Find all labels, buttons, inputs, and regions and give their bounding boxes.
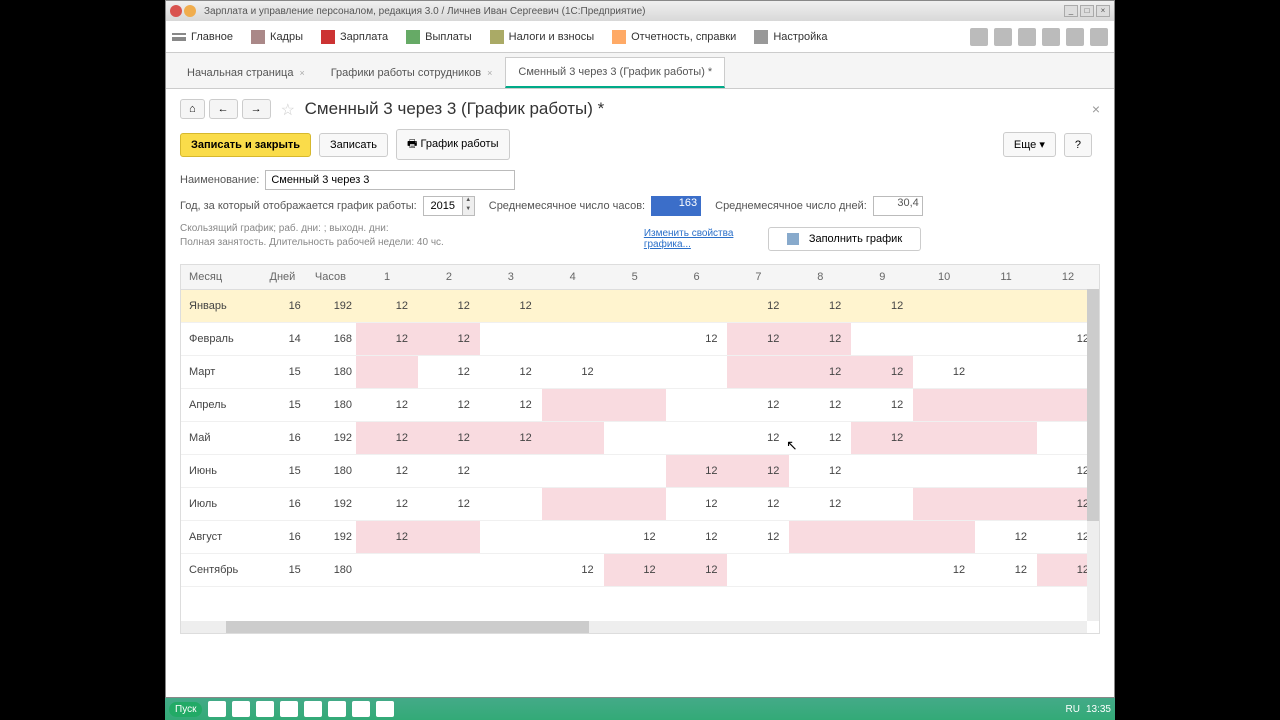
tool-gear-icon[interactable] [970,28,988,46]
page-title: Сменный 3 через 3 (График работы) * [305,99,605,119]
start-button[interactable]: Пуск [169,702,202,717]
col-day: 11 [975,265,1037,290]
year-label: Год, за который отображается график рабо… [180,200,417,212]
save-button[interactable]: Записать [319,133,388,157]
pct-icon [490,30,504,44]
tool-search-icon[interactable] [1090,28,1108,46]
tray-time: 13:35 [1086,704,1111,715]
menu-up[interactable]: Выплаты [406,30,471,44]
task-icon[interactable] [376,701,394,717]
tab-close-icon[interactable]: × [487,68,492,78]
table-row[interactable]: Май16192121212121212 [181,422,1099,455]
tool-clip-icon[interactable] [1066,28,1084,46]
close-window-icon[interactable] [170,5,182,17]
tab[interactable]: Начальная страница× [174,58,318,88]
window-title: Зарплата и управление персоналом, редакц… [204,6,1062,17]
name-input[interactable] [265,170,515,190]
schedule-grid[interactable]: МесяцДнейЧасов123456789101112 Январь1619… [181,265,1099,587]
close-btn[interactable]: × [1096,5,1110,17]
avg-hours-value[interactable]: 163 [651,196,701,216]
table-row[interactable]: Август16192121212121212 [181,521,1099,554]
col-day: 9 [851,265,913,290]
col-day: 2 [418,265,480,290]
col-month: Месяц [181,265,260,290]
col-day: 4 [542,265,604,290]
up-icon [406,30,420,44]
max-btn[interactable]: □ [1080,5,1094,17]
task-icon[interactable] [208,701,226,717]
tool-star-icon[interactable] [1042,28,1060,46]
people-icon [251,30,265,44]
col-day: 1 [356,265,418,290]
fill-schedule-button[interactable]: Заполнить график [768,227,921,251]
col-days: Дней [260,265,305,290]
col-day: 12 [1037,265,1099,290]
gear-icon [754,30,768,44]
table-row[interactable]: Апрель15180121212121212 [181,389,1099,422]
money-icon [321,30,335,44]
year-input[interactable] [423,196,463,216]
schedule-description: Скользящий график; раб. дни: ; выходн. д… [180,222,444,250]
menu-pct[interactable]: Налоги и взносы [490,30,595,44]
menu-money[interactable]: Зарплата [321,30,388,44]
back-button[interactable]: ← [209,99,238,119]
avg-days-label: Среднемесячное число дней: [715,200,867,212]
col-day: 8 [789,265,851,290]
fill-icon [787,233,799,245]
close-page-icon[interactable]: × [1092,101,1100,117]
tool-font-icon[interactable] [994,28,1012,46]
favorite-star-icon[interactable]: ☆ [281,100,299,118]
help-button[interactable]: ? [1064,133,1092,157]
more-button[interactable]: Еще ▾ [1003,132,1056,157]
col-day: 3 [480,265,542,290]
year-spinner[interactable]: ▲▼ [463,196,475,216]
table-row[interactable]: Июнь15180121212121212 [181,455,1099,488]
col-day: 10 [913,265,975,290]
tool-grid-icon[interactable] [1018,28,1036,46]
task-icon[interactable] [304,701,322,717]
tab-bar: Начальная страница×Графики работы сотруд… [166,53,1114,89]
menu-people[interactable]: Кадры [251,30,303,44]
vertical-scrollbar[interactable] [1087,289,1099,621]
task-icon[interactable] [232,701,250,717]
menu-doc[interactable]: Отчетность, справки [612,30,736,44]
main-menu: Главное Кадры Зарплата Выплаты Налоги и взно… [166,21,1114,53]
window-titlebar: Зарплата и управление персоналом, редакц… [166,1,1114,21]
tray-lang[interactable]: RU [1066,704,1080,715]
task-icon[interactable] [352,701,370,717]
table-row[interactable]: Июль16192121212121212 [181,488,1099,521]
tab-close-icon[interactable]: × [299,68,304,78]
tab[interactable]: Графики работы сотрудников× [318,58,506,88]
task-icon[interactable] [328,701,346,717]
col-day: 6 [666,265,728,290]
table-row[interactable]: Январь16192121212121212 [181,290,1099,323]
table-row[interactable]: Февраль14168121212121212 [181,323,1099,356]
avg-hours-label: Среднемесячное число часов: [489,200,645,212]
horizontal-scrollbar[interactable] [181,621,1087,633]
task-icon[interactable] [256,701,274,717]
avg-days-value[interactable]: 30,4 [873,196,923,216]
save-close-button[interactable]: Записать и закрыть [180,133,311,157]
tab[interactable]: Сменный 3 через 3 (График работы) * [505,57,725,88]
menu-gear[interactable]: Настройка [754,30,827,44]
name-label: Наименование: [180,174,259,186]
minimize-window-icon[interactable] [184,5,196,17]
menu-burger[interactable]: Главное [172,31,233,43]
table-row[interactable]: Сентябрь15180121212121212 [181,554,1099,587]
print-schedule-button[interactable]: 🖶 График работы [396,129,509,160]
forward-button[interactable]: → [242,99,271,119]
col-day: 7 [727,265,789,290]
col-day: 5 [604,265,666,290]
burger-icon [172,33,186,41]
taskbar: Пуск RU 13:35 [165,698,1115,720]
col-hours: Часов [305,265,356,290]
table-row[interactable]: Март15180121212121212 [181,356,1099,389]
change-properties-link[interactable]: Изменить свойства графика... [644,228,744,250]
doc-icon [612,30,626,44]
min-btn[interactable]: _ [1064,5,1078,17]
task-icon[interactable] [280,701,298,717]
home-button[interactable]: ⌂ [180,99,205,119]
